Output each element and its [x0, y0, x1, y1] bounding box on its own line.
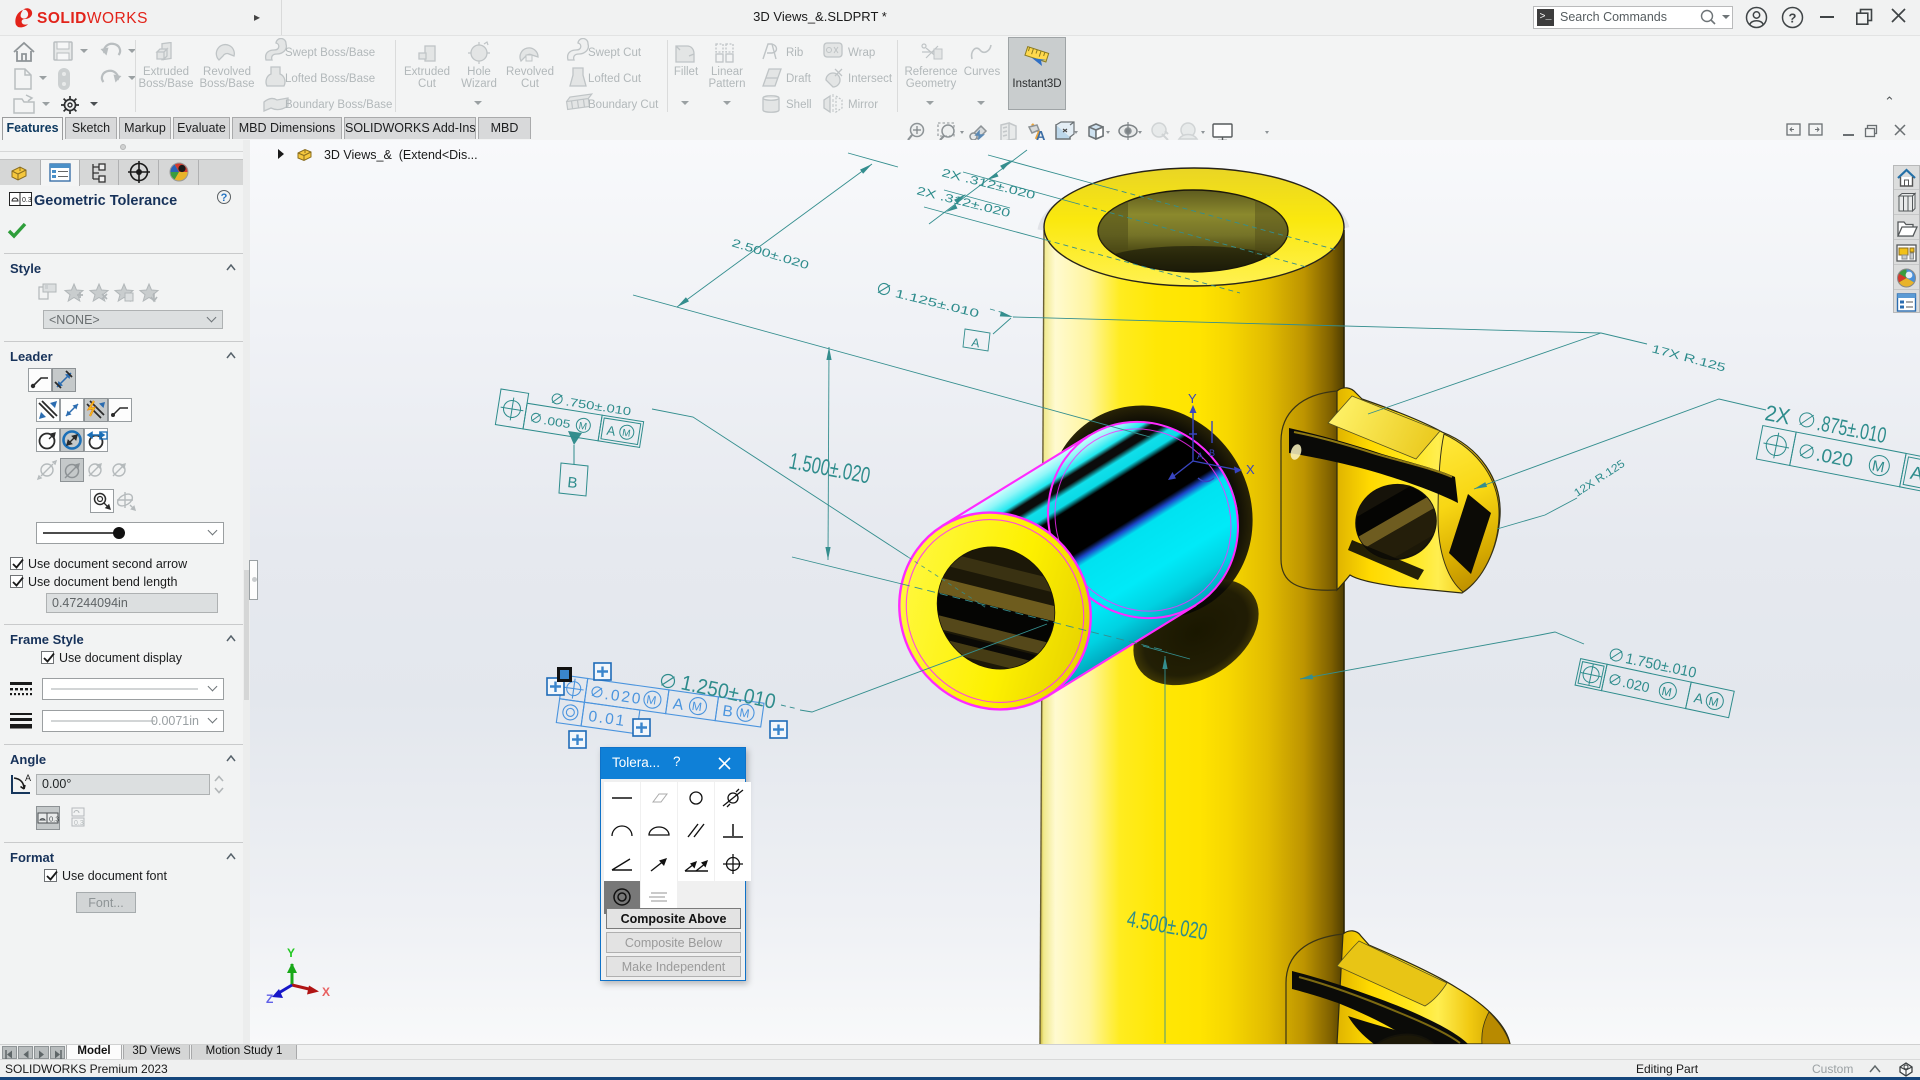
svg-text:X: X [1246, 462, 1255, 477]
svg-text:M: M [691, 699, 703, 714]
svg-text:B: B [567, 474, 579, 492]
svg-text:0.3: 0.3 [22, 197, 32, 204]
svg-text:0.3: 0.3 [74, 820, 84, 827]
svg-text:M: M [645, 692, 657, 707]
svg-text:A: A [1197, 451, 1203, 461]
svg-text:M: M [578, 421, 588, 433]
svg-text:0.3: 0.3 [49, 815, 59, 824]
svg-text:Y: Y [287, 946, 295, 960]
svg-text:Z: Z [266, 992, 273, 1006]
svg-text:Y: Y [1188, 391, 1197, 406]
svg-text:M: M [621, 428, 631, 440]
svg-text:B: B [1209, 448, 1215, 458]
svg-text:A: A [25, 773, 31, 783]
svg-text:2X: 2X [1763, 400, 1793, 429]
svg-text:?: ? [1789, 11, 1797, 26]
svg-text:X: X [322, 985, 330, 999]
